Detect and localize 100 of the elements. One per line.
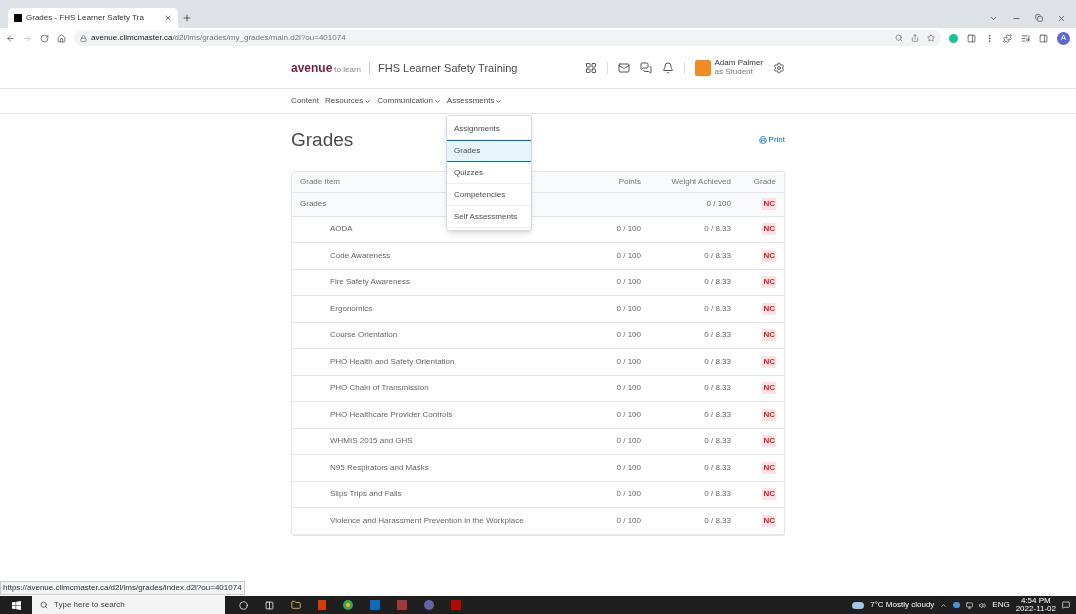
home-icon[interactable] bbox=[57, 33, 66, 43]
profile-avatar[interactable]: A bbox=[1057, 31, 1070, 45]
user-avatar[interactable] bbox=[694, 60, 711, 76]
clock[interactable]: 4:54 PM 2022-11-02 bbox=[1015, 597, 1056, 613]
extension-icon[interactable] bbox=[967, 33, 976, 43]
weight-cell: 0 / 8.33 bbox=[704, 488, 731, 501]
column-header: Grade Item bbox=[300, 175, 341, 188]
extension-icon[interactable] bbox=[949, 33, 958, 43]
grid-icon[interactable] bbox=[584, 62, 597, 74]
grade-badge: NC bbox=[762, 408, 776, 421]
media-icon[interactable] bbox=[1021, 33, 1030, 43]
weight-cell: 0 / 8.33 bbox=[704, 355, 731, 368]
share-icon[interactable] bbox=[911, 34, 919, 42]
grade-badge: NC bbox=[762, 488, 776, 501]
weight-cell: 0 / 8.33 bbox=[704, 249, 731, 262]
task-view-icon[interactable] bbox=[265, 600, 274, 610]
grade-badge: NC bbox=[762, 302, 776, 315]
menu-item[interactable]: Self Assessments bbox=[447, 206, 531, 228]
grade-item: Violence and Harassment Prevention in the Workplace bbox=[329, 514, 525, 527]
logo[interactable]: avenue to learn bbox=[291, 59, 362, 77]
weight-cell: 0 / 8.33 bbox=[704, 461, 731, 474]
grade-item: Ergonomics bbox=[329, 302, 374, 315]
mail-icon[interactable] bbox=[617, 62, 630, 74]
notifications-icon[interactable] bbox=[1062, 601, 1070, 609]
nav-link[interactable]: Assessments bbox=[446, 95, 503, 107]
points-cell: 0 / 100 bbox=[616, 276, 641, 289]
grade-badge: NC bbox=[762, 355, 776, 368]
grade-badge: NC bbox=[762, 249, 776, 262]
column-header: Weight Achieved bbox=[670, 175, 731, 188]
weight-cell: 0 / 8.33 bbox=[704, 435, 731, 448]
search-field[interactable]: Type here to search bbox=[32, 596, 225, 614]
favicon-icon bbox=[14, 14, 22, 22]
grade-badge: NC bbox=[762, 276, 776, 289]
tray-expand-icon[interactable] bbox=[940, 601, 948, 609]
lock-icon bbox=[80, 34, 87, 42]
grade-item: Fire Safety Awareness bbox=[329, 276, 411, 289]
chrome-icon[interactable] bbox=[343, 600, 353, 610]
menu-item[interactable]: Grades bbox=[447, 140, 531, 162]
address-bar[interactable]: avenue.cllmcmaster.ca/d2l/lms/grades/my_grades/main.d2l?ou=401074 bbox=[74, 30, 941, 46]
reload-icon[interactable] bbox=[40, 33, 49, 43]
bookmark-star-icon[interactable] bbox=[927, 34, 935, 42]
weather-icon[interactable] bbox=[852, 601, 865, 609]
grade-item: PHO Health and Safety Orientation bbox=[329, 355, 456, 368]
extension-icon[interactable] bbox=[985, 33, 994, 43]
user-name[interactable]: Adam Palmer bbox=[714, 59, 763, 68]
bell-icon[interactable] bbox=[661, 62, 674, 74]
cortana-icon[interactable] bbox=[239, 600, 248, 610]
weight-cell: 0 / 8.33 bbox=[704, 408, 731, 421]
weather-text[interactable]: 7°C Mostly cloudy bbox=[870, 599, 935, 611]
weight-cell: 0 / 8.33 bbox=[704, 514, 731, 527]
grade-badge: NC bbox=[762, 461, 776, 474]
grade-item: WHMIS 2015 and GHS bbox=[329, 435, 414, 448]
language-indicator[interactable]: ENG bbox=[992, 599, 1010, 611]
menu-item[interactable]: Quizzes bbox=[447, 162, 531, 184]
close-window-icon[interactable] bbox=[1057, 13, 1066, 23]
search-icon bbox=[40, 601, 48, 609]
volume-icon[interactable] bbox=[979, 601, 987, 609]
restore-icon[interactable] bbox=[1035, 14, 1043, 22]
points-cell: 0 / 100 bbox=[616, 461, 641, 474]
print-link[interactable]: Print bbox=[758, 134, 785, 147]
grade-item: AODA bbox=[329, 223, 354, 236]
points-cell: 0 / 100 bbox=[616, 329, 641, 342]
settings-icon[interactable] bbox=[773, 62, 785, 74]
chevron-down-icon bbox=[433, 97, 441, 105]
status-url: https://avenue.cllmcmaster.ca/d2l/lms/grades/index.d2l?ou=401074 bbox=[0, 581, 245, 595]
teams-icon[interactable] bbox=[424, 600, 434, 610]
network-icon[interactable] bbox=[966, 601, 974, 609]
folder-icon[interactable] bbox=[291, 600, 301, 610]
grade-badge: NC bbox=[762, 198, 776, 210]
points-cell: 0 / 100 bbox=[616, 408, 641, 421]
browser-tab[interactable]: Grades - FHS Learner Safety Tra bbox=[8, 8, 178, 28]
weight-cell: 0 / 100 bbox=[706, 198, 731, 210]
points-cell: 0 / 100 bbox=[616, 355, 641, 368]
nav-link[interactable]: Content bbox=[291, 95, 320, 107]
extensions-icon[interactable] bbox=[1003, 33, 1012, 43]
side-panel-icon[interactable] bbox=[1039, 33, 1048, 43]
points-cell: 0 / 100 bbox=[616, 302, 641, 315]
points-cell: 0 / 100 bbox=[616, 514, 641, 527]
weight-cell: 0 / 8.33 bbox=[704, 302, 731, 315]
user-role: as Student bbox=[714, 68, 754, 77]
weight-cell: 0 / 8.33 bbox=[704, 276, 731, 289]
weight-cell: 0 / 8.33 bbox=[704, 223, 731, 236]
new-tab-icon[interactable] bbox=[182, 13, 192, 23]
grade-item: Code Awareness bbox=[329, 249, 392, 262]
chat-icon[interactable] bbox=[639, 62, 652, 74]
back-icon[interactable] bbox=[6, 33, 15, 43]
points-cell: 0 / 100 bbox=[616, 488, 641, 501]
course-title[interactable]: FHS Learner Safety Training bbox=[378, 59, 518, 77]
tab-title: Grades - FHS Learner Safety Tra bbox=[26, 12, 144, 24]
grade-item: Slips Trips and Falls bbox=[329, 488, 403, 501]
close-icon[interactable] bbox=[164, 14, 172, 22]
menu-item[interactable]: Competencies bbox=[447, 184, 531, 206]
weight-cell: 0 / 8.33 bbox=[704, 382, 731, 395]
zoom-icon[interactable] bbox=[895, 34, 903, 42]
nav-link[interactable]: Communication bbox=[377, 95, 441, 107]
grade-item: PHO Chain of Transmission bbox=[329, 382, 430, 395]
page-title: Grades bbox=[291, 128, 354, 152]
points-cell: 0 / 100 bbox=[616, 382, 641, 395]
tray-app-icon[interactable] bbox=[953, 602, 961, 608]
nav-link[interactable]: Resources bbox=[325, 95, 372, 107]
